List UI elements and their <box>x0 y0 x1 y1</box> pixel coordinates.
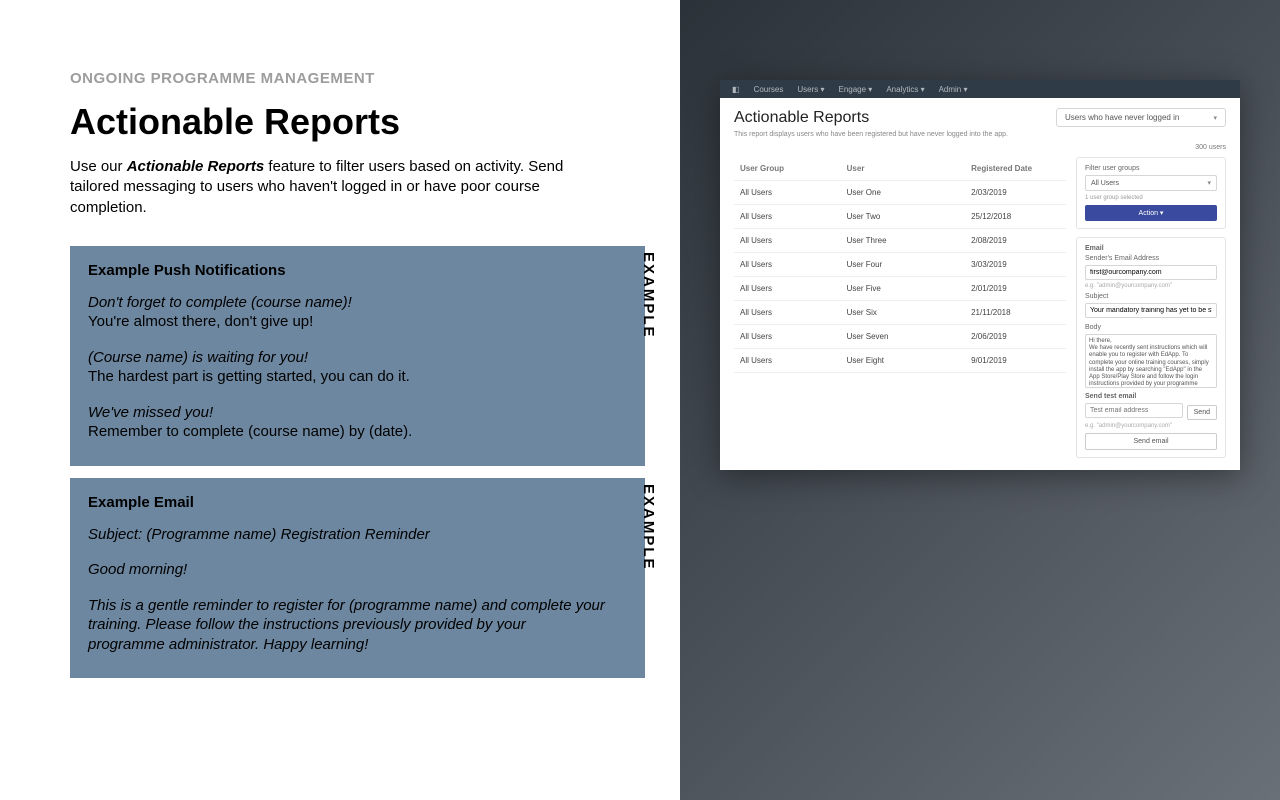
user-count: 300 users <box>720 144 1240 157</box>
nav-users[interactable]: Users ▾ <box>797 85 824 94</box>
body-label: Body <box>1085 324 1217 331</box>
body-textarea[interactable]: Hi there, We have recently sent instruct… <box>1085 334 1217 388</box>
table-row[interactable]: All UsersUser Two25/12/2018 <box>734 205 1066 229</box>
table-row[interactable]: All UsersUser Eight9/01/2019 <box>734 349 1066 373</box>
push-group-1: Don't forget to complete (course name)! … <box>88 293 605 332</box>
cell-date: 25/12/2018 <box>971 212 1060 221</box>
example-email-block: EXAMPLE Example Email Subject: (Programm… <box>70 478 645 679</box>
cell-group: All Users <box>740 356 847 365</box>
table-row[interactable]: All UsersUser Four3/03/2019 <box>734 253 1066 277</box>
cell-group: All Users <box>740 260 847 269</box>
cell-user: User Seven <box>847 332 971 341</box>
cell-date: 3/03/2019 <box>971 260 1060 269</box>
nav-admin[interactable]: Admin ▾ <box>939 85 968 94</box>
send-test-button[interactable]: Send <box>1187 405 1217 420</box>
cell-user: User Four <box>847 260 971 269</box>
dropdown-value: Users who have never logged in <box>1065 113 1179 122</box>
chevron-down-icon: ▾ <box>1207 179 1211 187</box>
app-navbar: ◧ Courses Users ▾ Engage ▾ Analytics ▾ A… <box>720 80 1240 98</box>
cell-user: User One <box>847 188 971 197</box>
col-user: User <box>847 164 971 173</box>
sender-input[interactable] <box>1085 265 1217 280</box>
filter-card: Filter user groups All Users ▾ 1 user gr… <box>1076 157 1226 229</box>
cell-user: User Six <box>847 308 971 317</box>
subject-label: Subject <box>1085 293 1217 300</box>
subject-input[interactable] <box>1085 303 1217 318</box>
testemail-input[interactable] <box>1085 403 1183 418</box>
report-description: This report displays users who have been… <box>720 131 1240 144</box>
push-g2-line2: The hardest part is getting started, you… <box>88 367 605 387</box>
nav-courses[interactable]: Courses <box>754 85 784 94</box>
cell-date: 2/01/2019 <box>971 284 1060 293</box>
eyebrow-text: ONGOING PROGRAMME MANAGEMENT <box>70 70 660 87</box>
nav-logo-icon: ◧ <box>732 85 740 94</box>
cell-group: All Users <box>740 332 847 341</box>
table-header: User Group User Registered Date <box>734 157 1066 181</box>
testemail-hint: e.g. "admin@yourcompany.com" <box>1085 423 1217 429</box>
cell-group: All Users <box>740 212 847 221</box>
filter-select[interactable]: All Users ▾ <box>1085 175 1217 191</box>
side-panel: Filter user groups All Users ▾ 1 user gr… <box>1076 157 1226 458</box>
push-g1-line2: You're almost there, don't give up! <box>88 312 605 332</box>
table-row[interactable]: All UsersUser Three2/08/2019 <box>734 229 1066 253</box>
table-row[interactable]: All UsersUser Six21/11/2018 <box>734 301 1066 325</box>
filter-note: 1 user group selected <box>1085 195 1217 201</box>
table-row[interactable]: All UsersUser Five2/01/2019 <box>734 277 1066 301</box>
filter-label: Filter user groups <box>1085 165 1217 172</box>
table-row[interactable]: All UsersUser One2/03/2019 <box>734 181 1066 205</box>
col-user-group: User Group <box>740 164 847 173</box>
push-g2-line1: (Course name) is waiting for you! <box>88 348 605 368</box>
users-table: User Group User Registered Date All User… <box>734 157 1066 458</box>
report-type-dropdown[interactable]: Users who have never logged in ▾ <box>1056 108 1226 127</box>
cell-date: 2/08/2019 <box>971 236 1060 245</box>
filter-value: All Users <box>1091 180 1119 187</box>
email-subject: Subject: (Programme name) Registration R… <box>88 525 605 545</box>
cell-date: 2/06/2019 <box>971 332 1060 341</box>
email-card: Email Sender's Email Address e.g. "admin… <box>1076 237 1226 458</box>
cell-date: 9/01/2019 <box>971 356 1060 365</box>
email-greeting: Good morning! <box>88 560 605 580</box>
push-group-3: We've missed you! Remember to complete (… <box>88 403 605 442</box>
app-window: ◧ Courses Users ▾ Engage ▾ Analytics ▾ A… <box>720 80 1240 470</box>
sender-label: Sender's Email Address <box>1085 255 1217 262</box>
email-body: This is a gentle reminder to register fo… <box>88 596 605 655</box>
intro-pre: Use our <box>70 158 127 175</box>
intro-bold: Actionable Reports <box>127 158 265 175</box>
push-heading: Example Push Notifications <box>88 262 605 279</box>
cell-date: 2/03/2019 <box>971 188 1060 197</box>
cell-date: 21/11/2018 <box>971 308 1060 317</box>
email-card-heading: Email <box>1085 245 1217 252</box>
cell-group: All Users <box>740 308 847 317</box>
email-heading: Example Email <box>88 494 605 511</box>
intro-paragraph: Use our Actionable Reports feature to fi… <box>70 157 600 218</box>
cell-group: All Users <box>740 188 847 197</box>
example-push-block: EXAMPLE Example Push Notifications Don't… <box>70 246 645 466</box>
push-g1-line1: Don't forget to complete (course name)! <box>88 293 605 313</box>
sender-hint: e.g. "admin@yourcompany.com" <box>1085 283 1217 289</box>
send-email-button[interactable]: Send email <box>1085 433 1217 450</box>
cell-user: User Three <box>847 236 971 245</box>
example-label-vertical-2: EXAMPLE <box>640 484 657 571</box>
nav-analytics[interactable]: Analytics ▾ <box>886 85 924 94</box>
table-row[interactable]: All UsersUser Seven2/06/2019 <box>734 325 1066 349</box>
push-g3-line1: We've missed you! <box>88 403 605 423</box>
push-g3-line2: Remember to complete (course name) by (d… <box>88 422 605 442</box>
nav-engage[interactable]: Engage ▾ <box>839 85 873 94</box>
col-registered-date: Registered Date <box>971 164 1060 173</box>
chevron-down-icon: ▾ <box>1213 114 1217 122</box>
cell-user: User Five <box>847 284 971 293</box>
app-title: Actionable Reports <box>734 109 869 127</box>
cell-group: All Users <box>740 284 847 293</box>
cell-user: User Eight <box>847 356 971 365</box>
example-label-vertical: EXAMPLE <box>640 252 657 339</box>
testemail-label: Send test email <box>1085 393 1217 400</box>
screenshot-backdrop: ◧ Courses Users ▾ Engage ▾ Analytics ▾ A… <box>680 0 1280 800</box>
push-group-2: (Course name) is waiting for you! The ha… <box>88 348 605 387</box>
page-title: Actionable Reports <box>70 101 660 143</box>
action-button[interactable]: Action ▾ <box>1085 205 1217 221</box>
cell-user: User Two <box>847 212 971 221</box>
cell-group: All Users <box>740 236 847 245</box>
